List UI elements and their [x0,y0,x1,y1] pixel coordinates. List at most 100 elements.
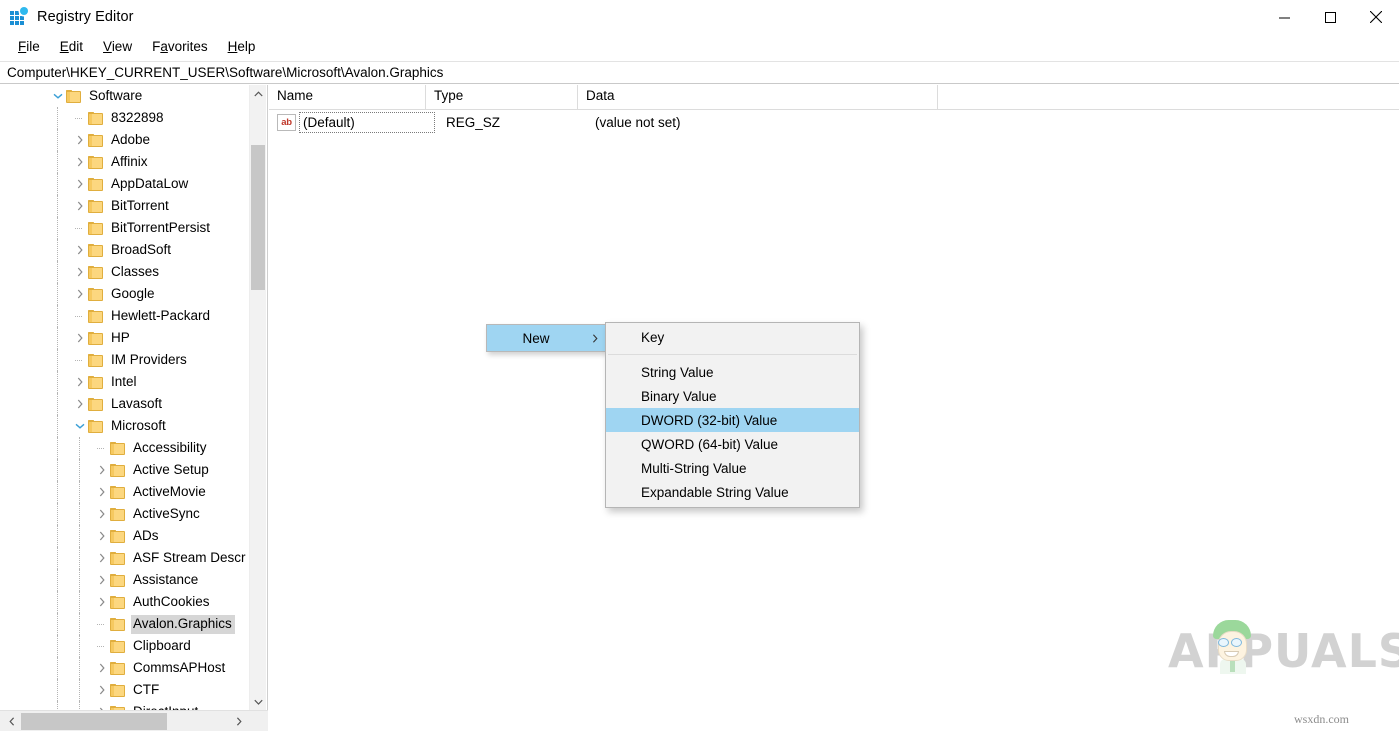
new-submenu[interactable]: Key String Value Binary Value DWORD (32-bit… [605,322,860,508]
chevron-right-icon[interactable] [72,327,88,349]
chevron-right-icon[interactable] [72,239,88,261]
column-header-name[interactable]: Name [269,85,425,109]
menu-item-multi-string-value[interactable]: Multi-String Value [606,456,859,480]
tree-item-label: Intel [111,373,137,389]
folder-icon [88,309,103,323]
tree-item-assistance[interactable]: Assistance [0,569,246,591]
tree-item-activemovie[interactable]: ActiveMovie [0,481,246,503]
menu-favorites[interactable]: Favorites [142,37,218,56]
chevron-right-icon[interactable] [94,547,110,569]
chevron-right-icon[interactable] [72,173,88,195]
menu-item-dword-32-bit-value[interactable]: DWORD (32-bit) Value [606,408,859,432]
menu-view[interactable]: View [93,37,142,56]
folder-icon [110,463,125,477]
tree-item-8322898[interactable]: 8322898 [0,107,246,129]
tree-scrollbar-thumb[interactable] [251,145,265,290]
chevron-right-icon[interactable] [94,657,110,679]
tree-item-microsoft[interactable]: Microsoft [0,415,246,437]
close-button[interactable] [1353,0,1399,34]
tree-item-active-setup[interactable]: Active Setup [0,459,246,481]
tree-item-label: BroadSoft [111,241,172,257]
menu-item-expandable-string-value[interactable]: Expandable String Value [606,480,859,504]
chevron-down-icon[interactable] [50,85,66,107]
registry-tree[interactable]: Software 8322898 Adobe Affinix AppDataLow Bit… [0,85,246,710]
chevron-right-icon[interactable] [94,679,110,701]
tree-item-ctf[interactable]: CTF [0,679,246,701]
registry-tree-pane: Software 8322898 Adobe Affinix AppDataLow Bit… [0,85,268,710]
menu-edit[interactable]: Edit [50,37,93,56]
tree-guide-line [57,547,58,569]
chevron-right-icon[interactable] [72,151,88,173]
chevron-right-icon[interactable] [94,481,110,503]
scroll-down-icon[interactable] [250,693,267,710]
tree-item-hp[interactable]: HP [0,327,246,349]
tree-item-ads[interactable]: ADs [0,525,246,547]
folder-icon [88,243,103,257]
tree-guide-line [79,657,80,679]
tree-item-label: Lavasoft [111,395,163,411]
tree-item-activesync[interactable]: ActiveSync [0,503,246,525]
minimize-button[interactable] [1261,0,1307,34]
chevron-right-icon[interactable] [72,371,88,393]
folder-icon [88,419,103,433]
chevron-right-icon[interactable] [94,701,110,710]
chevron-down-icon[interactable] [72,415,88,437]
tree-item-bittorrentpersist[interactable]: BitTorrentPersist [0,217,246,239]
menu-item-qword-64-bit-value[interactable]: QWORD (64-bit) Value [606,432,859,456]
tree-item-hewlett-packard[interactable]: Hewlett-Packard [0,305,246,327]
tree-item-intel[interactable]: Intel [0,371,246,393]
tree-item-classes[interactable]: Classes [0,261,246,283]
tree-guide-line [57,569,58,591]
chevron-right-icon[interactable] [72,195,88,217]
tree-vertical-scrollbar[interactable] [249,85,266,710]
menu-item-string-value[interactable]: String Value [606,360,859,384]
menu-file[interactable]: File [8,37,50,56]
site-watermark: wsxdn.com [1294,712,1349,726]
tree-item-accessibility[interactable]: Accessibility [0,437,246,459]
tree-guide-line [57,657,58,679]
tree-item-directinput[interactable]: DirectInput [0,701,246,710]
tree-item-commsaphost[interactable]: CommsAPHost [0,657,246,679]
folder-icon [110,551,125,565]
maximize-button[interactable] [1307,0,1353,34]
chevron-right-icon[interactable] [72,129,88,151]
tree-item-asf-stream-descr[interactable]: ASF Stream Descr [0,547,246,569]
scroll-right-icon[interactable] [229,711,248,731]
tree-item-broadsoft[interactable]: BroadSoft [0,239,246,261]
table-row[interactable]: ab (Default) REG_SZ (value not set) [269,110,1399,135]
tree-guide-line [79,591,80,613]
chevron-right-icon[interactable] [94,591,110,613]
tree-horizontal-scrollbar[interactable] [0,710,268,731]
tree-item-im-providers[interactable]: IM Providers [0,349,246,371]
tree-item-google[interactable]: Google [0,283,246,305]
chevron-right-icon[interactable] [94,459,110,481]
tree-item-software[interactable]: Software [0,85,246,107]
address-bar[interactable]: Computer\HKEY_CURRENT_USER\Software\Micr… [0,61,1399,84]
tree-item-affinix[interactable]: Affinix [0,151,246,173]
hscrollbar-thumb[interactable] [21,713,167,730]
scroll-left-icon[interactable] [2,711,21,731]
chevron-right-icon[interactable] [72,283,88,305]
chevron-right-icon[interactable] [94,525,110,547]
chevron-right-icon[interactable] [72,393,88,415]
tree-item-bittorrent[interactable]: BitTorrent [0,195,246,217]
tree-item-adobe[interactable]: Adobe [0,129,246,151]
tree-item-label: CTF [133,681,160,697]
context-menu-new-item[interactable]: New [486,324,606,352]
tree-elbow-line [97,624,104,625]
column-header-type[interactable]: Type [425,85,577,109]
column-header-data[interactable]: Data [577,85,937,109]
tree-item-clipboard[interactable]: Clipboard [0,635,246,657]
tree-guide-line [57,283,58,305]
tree-item-authcookies[interactable]: AuthCookies [0,591,246,613]
chevron-right-icon[interactable] [72,261,88,283]
tree-item-avalon-graphics[interactable]: Avalon.Graphics [0,613,246,635]
scroll-up-icon[interactable] [250,85,267,102]
chevron-right-icon[interactable] [94,503,110,525]
menu-item-key[interactable]: Key [606,325,859,349]
tree-item-appdatalow[interactable]: AppDataLow [0,173,246,195]
menu-item-binary-value[interactable]: Binary Value [606,384,859,408]
menu-help[interactable]: Help [218,37,266,56]
chevron-right-icon[interactable] [94,569,110,591]
tree-item-lavasoft[interactable]: Lavasoft [0,393,246,415]
